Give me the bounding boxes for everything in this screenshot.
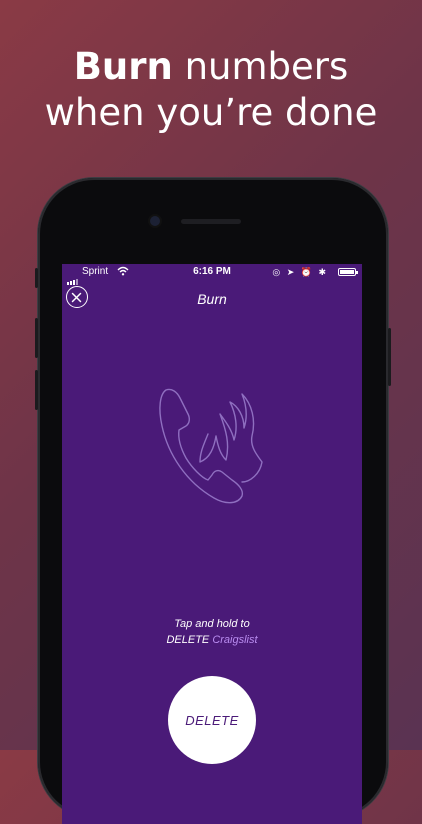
status-bar: Sprint 6:16 PM ◎ ➤ ⏰ ✱ bbox=[62, 264, 362, 285]
status-icons: ◎ ➤ ⏰ ✱ bbox=[272, 267, 328, 277]
battery-icon bbox=[338, 268, 358, 276]
instruction-target: Craigslist bbox=[212, 634, 258, 646]
delete-button[interactable]: DELETE bbox=[168, 676, 256, 764]
headline: Burn numbers when you’re done bbox=[0, 44, 422, 136]
app-screen: Sprint 6:16 PM ◎ ➤ ⏰ ✱ Burn Tap and hold… bbox=[62, 264, 362, 824]
instruction-line-1: Tap and hold to bbox=[174, 618, 250, 630]
nav-title: Burn bbox=[197, 291, 227, 307]
instruction-line-2: DELETE Craigslist bbox=[62, 632, 362, 648]
headline-rest: numbers bbox=[172, 45, 349, 88]
power-button bbox=[388, 328, 391, 386]
volume-down-button bbox=[35, 370, 38, 410]
mute-switch bbox=[35, 268, 38, 288]
instruction-action: DELETE bbox=[166, 634, 213, 646]
phone-frame: Sprint 6:16 PM ◎ ➤ ⏰ ✱ Burn Tap and hold… bbox=[35, 178, 391, 824]
earpiece-speaker bbox=[181, 219, 241, 224]
volume-up-button bbox=[35, 318, 38, 358]
front-camera bbox=[150, 216, 160, 226]
headline-line-2: when you’re done bbox=[44, 91, 378, 134]
instruction-text: Tap and hold to DELETE Craigslist bbox=[62, 616, 362, 648]
headline-bold: Burn bbox=[73, 45, 173, 88]
headline-line-1: Burn numbers bbox=[0, 44, 422, 90]
burn-phone-flame-icon bbox=[159, 388, 263, 504]
